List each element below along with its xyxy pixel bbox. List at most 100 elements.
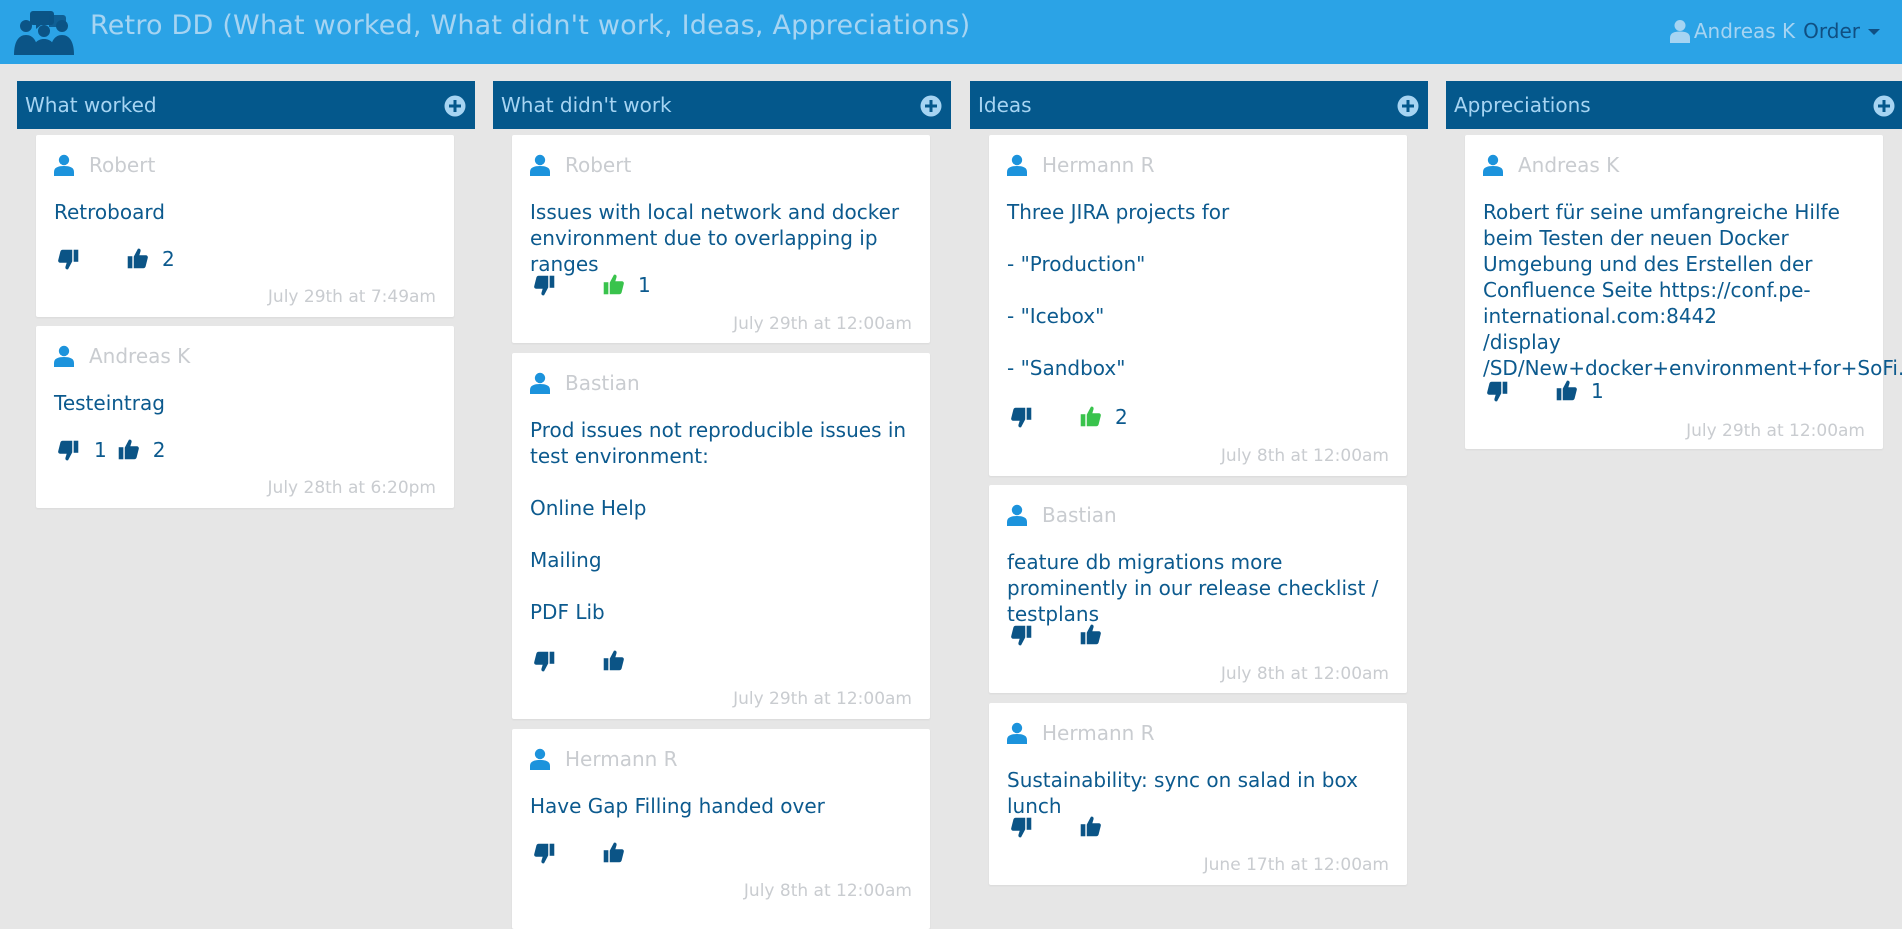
thumbs-down-icon[interactable]: [1485, 378, 1511, 404]
user-icon: [1483, 154, 1503, 176]
thumbs-up-icon[interactable]: [1553, 378, 1579, 404]
vote-bar: 1 2: [56, 436, 165, 464]
card-author: Hermann R: [1007, 721, 1155, 745]
top-bar: Retro DD (What worked, What didn't work,…: [0, 0, 1902, 64]
vote-bar: 2: [56, 245, 175, 273]
upvote-count: 1: [638, 273, 651, 297]
card-author: Bastian: [530, 371, 640, 395]
retro-card[interactable]: Robert Issues with local network and doc…: [512, 135, 930, 343]
column-header: Ideas: [970, 81, 1428, 129]
vote-bar: 2: [1009, 403, 1128, 431]
thumbs-up-icon-active[interactable]: [1077, 404, 1103, 430]
card-text: Testeintrag: [54, 391, 165, 415]
retro-card[interactable]: Andreas K Robert für seine umfangreiche …: [1465, 135, 1902, 449]
user-icon: [54, 154, 74, 176]
add-card-button[interactable]: [1873, 95, 1895, 117]
column-title: What worked: [25, 93, 157, 117]
card-date: July 28th at 6:20pm: [267, 478, 436, 498]
retro-card[interactable]: Hermann R Have Gap Filling handed over J…: [512, 729, 930, 929]
vote-bar: 1: [532, 271, 651, 299]
author-name: Robert: [89, 153, 156, 177]
card-date: July 29th at 12:00am: [1686, 421, 1865, 441]
add-card-button[interactable]: [444, 95, 466, 117]
thumbs-down-icon[interactable]: [1009, 622, 1035, 648]
retro-card[interactable]: Bastian Prod issues not reproducible iss…: [512, 353, 930, 719]
team-logo-icon[interactable]: [13, 9, 75, 55]
thumbs-up-icon-active[interactable]: [600, 272, 626, 298]
upvote-count: 1: [1591, 379, 1604, 403]
card-date: July 8th at 12:00am: [743, 881, 912, 901]
retro-card[interactable]: Robert Retroboard 2 July 29th at 7:49am: [36, 135, 454, 317]
thumbs-down-icon[interactable]: [532, 648, 558, 674]
user-icon: [1007, 504, 1027, 526]
card-text: Sustainability: sync on salad in box lun…: [1007, 768, 1358, 818]
thumbs-up-icon[interactable]: [115, 437, 141, 463]
thumbs-down-icon[interactable]: [1009, 814, 1035, 840]
card-text: feature db migrations more prominently i…: [1007, 550, 1379, 626]
card-date: July 29th at 12:00am: [733, 314, 912, 334]
retro-card[interactable]: Hermann R Sustainability: sync on salad …: [989, 703, 1407, 885]
author-name: Hermann R: [1042, 721, 1155, 745]
downvote-count: 1: [94, 438, 107, 462]
user-icon: [1007, 154, 1027, 176]
user-icon: [530, 154, 550, 176]
vote-bar: [532, 839, 648, 867]
thumbs-down-icon[interactable]: [56, 246, 82, 272]
card-text: Prod issues not reproducible issues in t…: [530, 418, 907, 624]
upvote-count: 2: [152, 438, 166, 462]
card-text: Three JIRA projects for - "Production" -…: [1007, 200, 1230, 380]
column-title: What didn't work: [501, 93, 672, 117]
card-author: Robert: [530, 153, 631, 177]
thumbs-up-icon[interactable]: [600, 840, 626, 866]
card-date: July 8th at 12:00am: [1220, 446, 1389, 466]
thumbs-up-icon[interactable]: [1077, 814, 1103, 840]
card-author: Robert: [54, 153, 155, 177]
order-dropdown[interactable]: Order: [1803, 19, 1860, 43]
user-icon: [54, 345, 74, 367]
author-name: Hermann R: [1042, 153, 1155, 177]
vote-bar: 1: [1485, 377, 1604, 405]
chevron-down-icon[interactable]: [1868, 29, 1880, 35]
thumbs-up-icon[interactable]: [1077, 622, 1103, 648]
vote-bar: [532, 647, 648, 675]
thumbs-up-icon[interactable]: [124, 246, 150, 272]
author-name: Andreas K: [1518, 153, 1620, 177]
card-author: Andreas K: [1483, 153, 1619, 177]
card-author: Andreas K: [54, 344, 190, 368]
column-title: Appreciations: [1454, 93, 1591, 117]
retro-card[interactable]: Bastian feature db migrations more promi…: [989, 485, 1407, 693]
author-name: Hermann R: [565, 747, 678, 771]
column-header: Appreciations: [1446, 81, 1902, 129]
author-name: Andreas K: [89, 344, 191, 368]
user-icon: [530, 372, 550, 394]
card-author: Hermann R: [1007, 153, 1155, 177]
column-header: What didn't work: [493, 81, 951, 129]
retro-card[interactable]: Andreas K Testeintrag 1 2 July 28th at 6…: [36, 326, 454, 508]
user-name[interactable]: Andreas K: [1694, 19, 1795, 43]
thumbs-up-icon[interactable]: [600, 648, 626, 674]
author-name: Robert: [565, 153, 632, 177]
retro-card[interactable]: Hermann R Three JIRA projects for - "Pro…: [989, 135, 1407, 476]
thumbs-down-icon[interactable]: [532, 840, 558, 866]
column-ideas: Ideas Hermann R Three JIRA projects for …: [970, 81, 1428, 893]
user-icon: [530, 748, 550, 770]
thumbs-down-icon[interactable]: [56, 437, 82, 463]
card-text: Retroboard: [54, 200, 165, 224]
column-title: Ideas: [978, 93, 1032, 117]
author-name: Bastian: [565, 371, 640, 395]
vote-bar: [1009, 813, 1125, 841]
upvote-count: 2: [162, 247, 175, 271]
card-text: Robert für seine umfangreiche Hilfe beim…: [1483, 200, 1902, 380]
column-what-didnt-work: What didn't work Robert Issues with loca…: [493, 81, 951, 929]
card-date: July 29th at 7:49am: [267, 287, 436, 307]
thumbs-down-icon[interactable]: [1009, 404, 1035, 430]
card-text: Have Gap Filling handed over: [530, 794, 825, 818]
thumbs-down-icon[interactable]: [532, 272, 558, 298]
card-date: July 8th at 12:00am: [1220, 664, 1389, 684]
add-card-button[interactable]: [1397, 95, 1419, 117]
add-card-button[interactable]: [920, 95, 942, 117]
author-name: Bastian: [1042, 503, 1117, 527]
column-header: What worked: [17, 81, 475, 129]
upvote-count: 2: [1115, 405, 1128, 429]
user-menu[interactable]: Andreas K Order: [1669, 19, 1880, 43]
